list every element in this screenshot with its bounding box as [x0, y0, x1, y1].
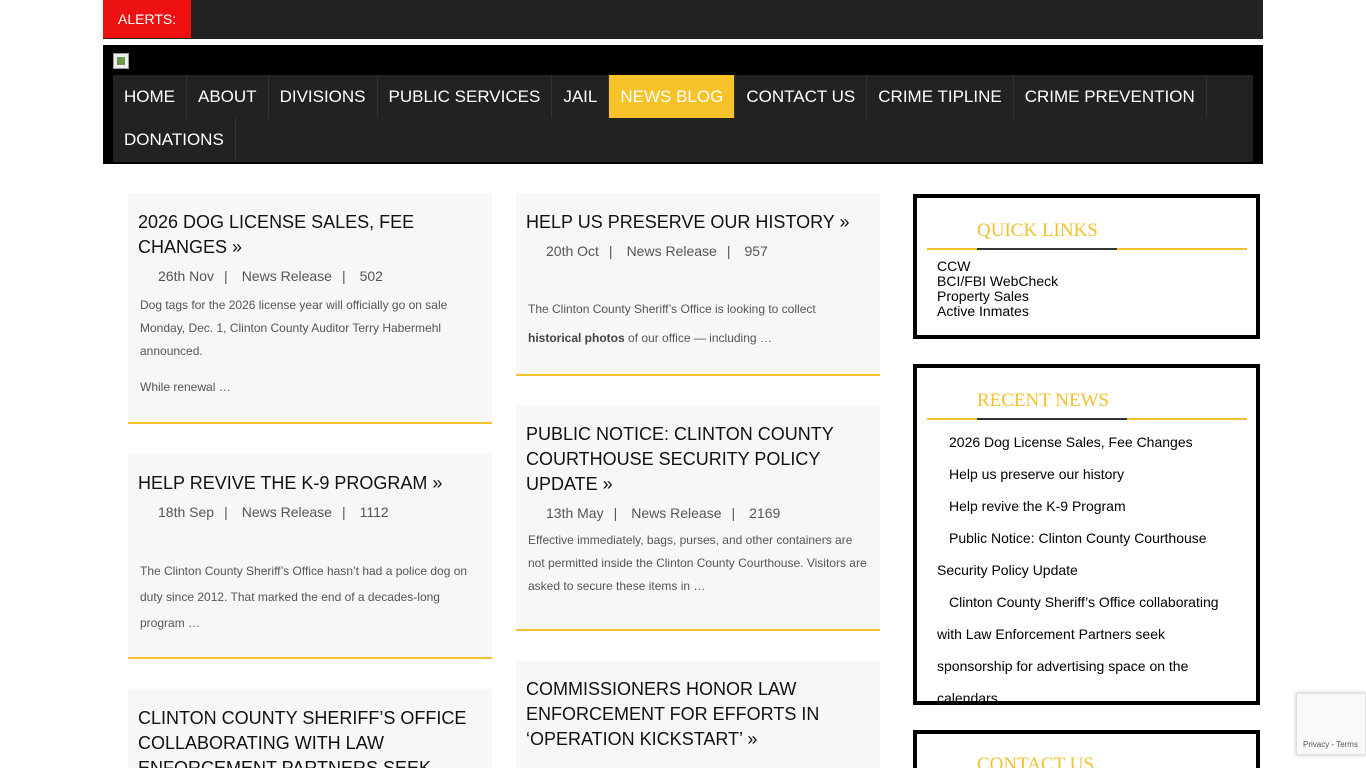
nav-crime-prevention[interactable]: CRIME PREVENTION	[1014, 75, 1207, 118]
logo-image-icon[interactable]	[113, 53, 129, 69]
nav-contact-us[interactable]: CONTACT US	[735, 75, 868, 118]
nav-about[interactable]: ABOUT	[187, 75, 269, 118]
nav-donations[interactable]: DONATIONS	[113, 118, 236, 161]
widget-title: RECENT NEWS	[977, 390, 1110, 411]
quick-link-property-sales[interactable]: Property Sales	[937, 289, 1256, 304]
post-title[interactable]: PUBLIC NOTICE: CLINTON COUNTY COURTHOUSE…	[516, 422, 880, 497]
post-date: 26th Nov	[158, 268, 215, 284]
post-title[interactable]: CLINTON COUNTY SHERIFF’S OFFICE COLLABOR…	[128, 706, 492, 768]
post-excerpt: Effective immediately, bags, purses, and…	[528, 533, 867, 593]
recaptcha-badge[interactable]: Privacy - Terms	[1296, 693, 1366, 755]
post-meta: 18th Sep | News Release | 1112	[158, 504, 389, 520]
nav-jail[interactable]: JAIL	[552, 75, 610, 118]
post-excerpt-bold: historical photos	[528, 331, 625, 345]
quick-link-ccw[interactable]: CCW	[937, 259, 1256, 274]
recaptcha-links[interactable]: Privacy - Terms	[1303, 740, 1358, 749]
post-views: 957	[744, 243, 768, 259]
post-category[interactable]: News Release	[242, 504, 332, 520]
post-title[interactable]: COMMISSIONERS HONOR LAW ENFORCEMENT FOR …	[516, 677, 880, 752]
recent-news-widget: RECENT NEWS 2026 Dog License Sales, Fee …	[913, 364, 1260, 706]
quick-links-widget: QUICK LINKS CCW BCI/FBI WebCheck Propert…	[913, 194, 1260, 339]
quick-link-webcheck[interactable]: BCI/FBI WebCheck	[937, 274, 1256, 289]
post-excerpt: The Clinton County Sheriff’s Office is l…	[516, 295, 880, 353]
main-nav: HOME ABOUT DIVISIONS PUBLIC SERVICES JAI…	[113, 75, 1253, 162]
recent-news-item[interactable]: Clinton County Sheriff’s Office collabor…	[937, 586, 1236, 714]
nav-divisions[interactable]: DIVISIONS	[269, 75, 378, 118]
nav-crime-tipline[interactable]: CRIME TIPLINE	[867, 75, 1014, 118]
post-category[interactable]: News Release	[242, 268, 332, 284]
alerts-label: ALERTS:	[103, 0, 191, 38]
quick-links-list: CCW BCI/FBI WebCheck Property Sales Acti…	[917, 259, 1256, 319]
divider	[977, 248, 1117, 250]
post-meta: 20th Oct | News Release | 957	[546, 243, 768, 259]
recent-news-item[interactable]: 2026 Dog License Sales, Fee Changes	[937, 426, 1236, 458]
site-header: HOME ABOUT DIVISIONS PUBLIC SERVICES JAI…	[103, 45, 1263, 164]
post-card: 2026 DOG LICENSE SALES, FEE CHANGES » 26…	[128, 194, 492, 424]
post-title[interactable]: HELP US PRESERVE OUR HISTORY »	[516, 210, 880, 235]
post-views: 1112	[359, 504, 389, 520]
contact-widget: CONTACT US	[913, 730, 1260, 768]
quick-link-active-inmates[interactable]: Active Inmates	[937, 304, 1256, 319]
post-card: HELP US PRESERVE OUR HISTORY » 20th Oct |…	[516, 194, 880, 376]
post-meta: 13th May | News Release | 2169	[546, 505, 781, 521]
nav-public-services[interactable]: PUBLIC SERVICES	[378, 75, 553, 118]
post-category[interactable]: News Release	[627, 243, 717, 259]
widget-title: QUICK LINKS	[977, 220, 1098, 241]
post-date: 18th Sep	[158, 504, 215, 520]
alerts-bar: ALERTS:	[103, 0, 1263, 39]
nav-news-blog[interactable]: NEWS BLOG	[609, 75, 736, 118]
post-excerpt-text: The Clinton County Sheriff’s Office is l…	[528, 302, 816, 316]
post-title[interactable]: 2026 DOG LICENSE SALES, FEE CHANGES »	[128, 210, 492, 260]
post-category[interactable]: News Release	[631, 505, 721, 521]
post-date: 20th Oct	[546, 243, 599, 259]
post-card: PUBLIC NOTICE: CLINTON COUNTY COURTHOUSE…	[516, 406, 880, 631]
post-card: HELP REVIVE THE K-9 PROGRAM » 18th Sep | N…	[128, 454, 492, 659]
post-excerpt-more: While renewal …	[140, 380, 231, 394]
post-card: CLINTON COUNTY SHERIFF’S OFFICE COLLABOR…	[128, 689, 492, 768]
widget-title: CONTACT US	[977, 754, 1094, 768]
recent-news-list: 2026 Dog License Sales, Fee Changes Help…	[917, 426, 1256, 714]
divider	[977, 418, 1127, 420]
recent-news-item[interactable]: Public Notice: Clinton County Courthouse…	[937, 522, 1236, 586]
post-card: COMMISSIONERS HONOR LAW ENFORCEMENT FOR …	[516, 661, 880, 768]
post-excerpt-text-2: of our office — including …	[628, 331, 772, 345]
nav-home[interactable]: HOME	[113, 75, 187, 118]
post-meta: 26th Nov | News Release | 502	[158, 268, 383, 284]
post-excerpt: The Clinton County Sheriff’s Office hasn…	[140, 564, 468, 630]
post-excerpt: Dog tags for the 2026 license year will …	[140, 298, 448, 358]
post-views: 502	[359, 268, 383, 284]
post-date: 13th May	[546, 505, 604, 521]
divider	[103, 39, 1263, 42]
post-views: 2169	[749, 505, 781, 521]
recent-news-item[interactable]: Help revive the K-9 Program	[937, 490, 1236, 522]
post-title[interactable]: HELP REVIVE THE K-9 PROGRAM »	[128, 471, 492, 496]
recent-news-item[interactable]: Help us preserve our history	[937, 458, 1236, 490]
